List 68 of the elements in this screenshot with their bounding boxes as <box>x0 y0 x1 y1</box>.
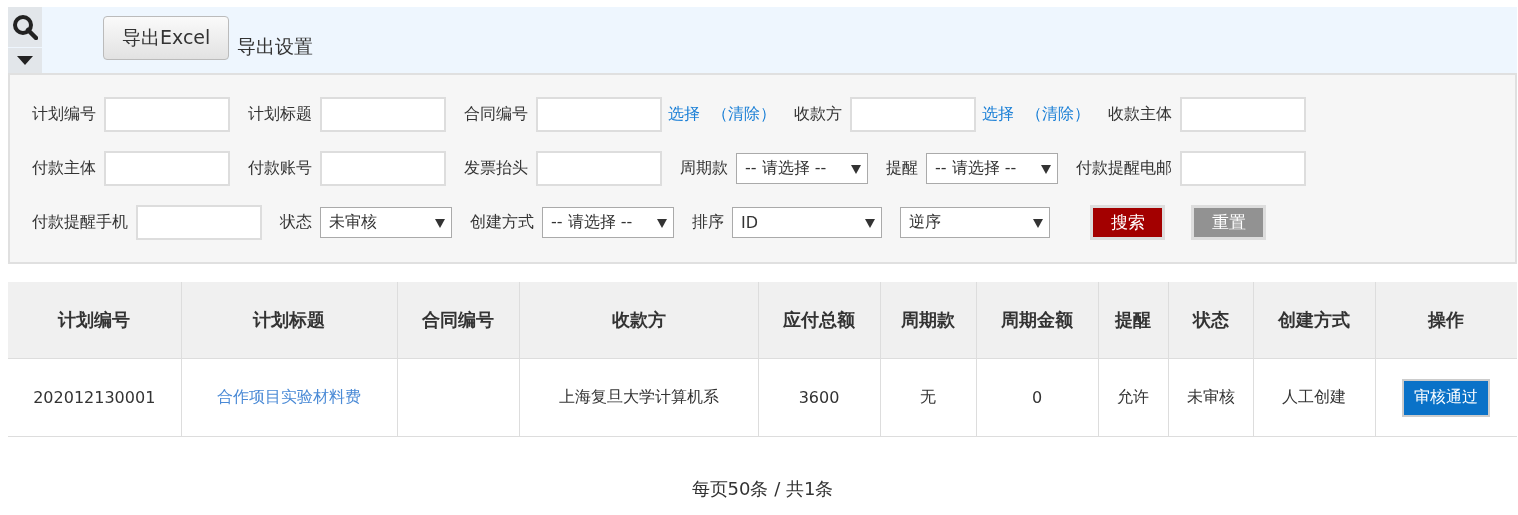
field-label: 收款主体 <box>1108 104 1172 125</box>
column-header: 计划标题 <box>181 282 397 359</box>
column-header: 提醒 <box>1098 282 1168 359</box>
table-cell: 无 <box>880 358 976 437</box>
text-field[interactable] <box>320 151 446 186</box>
dropdown[interactable]: -- 请选择 -- <box>926 153 1058 184</box>
export-settings-link[interactable]: 导出设置 <box>237 34 314 73</box>
approve-button[interactable]: 审核通过 <box>1402 378 1491 417</box>
table-cell: 允许 <box>1098 358 1168 437</box>
field-label: 提醒 <box>886 158 918 179</box>
table-cell: 0 <box>976 358 1098 437</box>
field-label: 发票抬头 <box>464 158 528 179</box>
link[interactable]: 选择 <box>668 104 700 125</box>
title-link[interactable]: 合作项目实验材料费 <box>217 387 361 406</box>
field-label: 状态 <box>280 212 312 233</box>
text-field[interactable] <box>850 97 976 132</box>
dropdown-arrow-icon <box>657 217 667 228</box>
table-cell: 人工创建 <box>1253 358 1375 437</box>
link[interactable]: （清除） <box>712 104 776 125</box>
dropdown[interactable]: 逆序 <box>900 207 1050 238</box>
dropdown-arrow-icon <box>1041 163 1051 174</box>
export-excel-button[interactable]: 导出Excel <box>103 16 230 60</box>
dropdown-arrow-icon <box>865 217 875 228</box>
field-label: 收款方 <box>794 104 842 125</box>
column-header: 应付总额 <box>758 282 880 359</box>
text-field[interactable] <box>320 97 446 132</box>
text-field[interactable] <box>104 151 230 186</box>
search-icon[interactable] <box>12 14 38 40</box>
table-cell: 3600 <box>758 358 880 437</box>
column-header: 计划编号 <box>8 282 181 359</box>
dropdown[interactable]: 未审核 <box>320 207 452 238</box>
column-header: 状态 <box>1168 282 1253 359</box>
search-button[interactable]: 搜索 <box>1090 205 1165 240</box>
column-header: 创建方式 <box>1253 282 1375 359</box>
text-field[interactable] <box>1180 151 1306 186</box>
table-cell: 未审核 <box>1168 358 1253 437</box>
field-label: 付款提醒手机 <box>32 212 128 233</box>
field-label: 创建方式 <box>470 212 534 233</box>
link[interactable]: 选择 <box>982 104 1014 125</box>
caret-down-icon[interactable] <box>17 56 33 65</box>
dropdown[interactable]: ID <box>732 207 882 238</box>
table-cell: 202012130001 <box>8 358 181 437</box>
field-label: 付款提醒电邮 <box>1076 158 1172 179</box>
column-header: 收款方 <box>519 282 758 359</box>
text-field[interactable] <box>536 97 662 132</box>
field-label: 计划编号 <box>32 104 96 125</box>
dropdown[interactable]: -- 请选择 -- <box>542 207 674 238</box>
field-label: 排序 <box>692 212 724 233</box>
text-field[interactable] <box>536 151 662 186</box>
link[interactable]: （清除） <box>1026 104 1090 125</box>
column-header: 合同编号 <box>397 282 519 359</box>
field-label: 付款主体 <box>32 158 96 179</box>
dropdown[interactable]: -- 请选择 -- <box>736 153 868 184</box>
text-field[interactable] <box>104 97 230 132</box>
column-header: 周期金额 <box>976 282 1098 359</box>
text-field[interactable] <box>136 205 262 240</box>
column-header: 操作 <box>1375 282 1517 359</box>
table-cell: 上海复旦大学计算机系 <box>519 358 758 437</box>
field-label: 计划标题 <box>248 104 312 125</box>
field-label: 合同编号 <box>464 104 528 125</box>
field-label: 周期款 <box>680 158 728 179</box>
column-header: 周期款 <box>880 282 976 359</box>
field-label: 付款账号 <box>248 158 312 179</box>
dropdown-arrow-icon <box>1033 217 1043 228</box>
text-field[interactable] <box>1180 97 1306 132</box>
pagination-info: 每页50条 / 共1条 <box>691 478 834 499</box>
dropdown-arrow-icon <box>851 163 861 174</box>
dropdown-arrow-icon <box>435 217 445 228</box>
